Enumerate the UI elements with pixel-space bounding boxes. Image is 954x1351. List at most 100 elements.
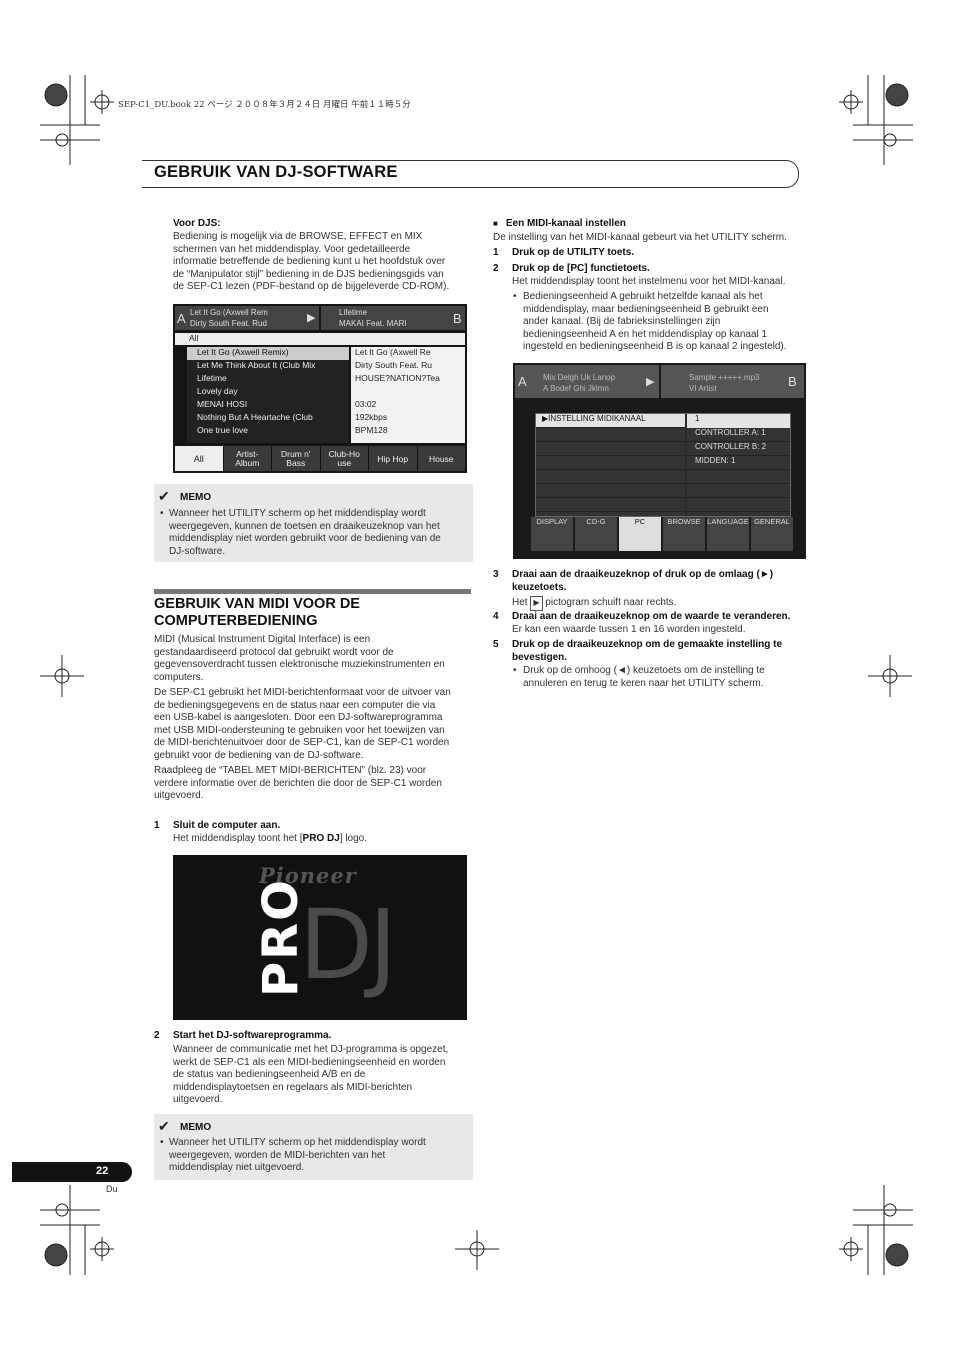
step-number: 5	[493, 639, 499, 650]
deck-a-line2: Dirty South Feat. Rud	[190, 319, 267, 328]
bullet: •	[160, 508, 164, 519]
deck-b-line1: Lifetime	[339, 308, 368, 317]
tab-house[interactable]: House	[416, 446, 465, 471]
play-icon: ▶	[307, 312, 316, 324]
track-info-panel: Let It Go (Axwell Re Dirty South Feat. R…	[351, 347, 465, 443]
track-item[interactable]: Let Me Think About It (Club Mix	[187, 360, 349, 373]
tab-drum-n-bass[interactable]: Drum n' Bass	[271, 446, 320, 471]
language-code: Du	[106, 1184, 118, 1194]
function-tabs: DISPLAY CD-G PC BROWSE LANGUAGE GENERAL	[531, 517, 793, 551]
square-bullet-icon: ■	[493, 219, 498, 228]
tab-all[interactable]: All	[175, 446, 223, 471]
page-number: 22	[96, 1165, 109, 1177]
step-bullet-text: Druk op de omhoog (◄) keuzetoets om de i…	[523, 665, 765, 689]
midi-intro-paragraph: MIDI (Musical Instrument Digital Interfa…	[154, 634, 445, 683]
tab-cd-g[interactable]: CD-G	[575, 517, 617, 551]
deck-b-panel: Sample +++++.mp3 VI Artist B	[661, 365, 804, 398]
memo-box: ✔ MEMO • Wanneer het UTILITY scherm op h…	[154, 1114, 473, 1180]
checkmark-icon: ✔	[158, 1118, 170, 1134]
tab-club-house[interactable]: Club-Ho use	[319, 446, 368, 471]
bullet: •	[513, 291, 517, 302]
tab-artist-album[interactable]: Artist- Album	[222, 446, 271, 471]
step-title: Draai aan de draaikeuzeknop of druk op d…	[512, 569, 774, 593]
voor-djs-text: Bediening is mogelijk via de BROWSE, EFF…	[173, 231, 450, 292]
dj-logo-text: DJ	[299, 889, 397, 1001]
deck-b-label: B	[453, 311, 462, 326]
step-title: Druk op de draaikeuzeknop om de gemaakte…	[512, 639, 783, 663]
step-number: 2	[154, 1030, 160, 1041]
deck-a-line1: Let It Go (Axwell Rem	[190, 308, 268, 317]
deck-a-label: A	[518, 374, 527, 389]
step-number: 1	[154, 820, 160, 831]
track-item[interactable]: MENAI HOSI	[187, 399, 349, 412]
memo-title: MEMO	[180, 492, 212, 503]
menu-item-midi-channel[interactable]: ▶INSTELLING MIDIKANAAL	[536, 414, 685, 427]
tab-display[interactable]: DISPLAY	[531, 517, 573, 551]
step-number: 4	[493, 611, 499, 622]
deck-a-line2: A Bodef Ghi Jklmn	[543, 384, 609, 393]
step-description: Het middendisplay toont het instelmenu v…	[512, 276, 786, 287]
deck-b-panel: Lifetime MAKAI Feat. MARI B	[321, 306, 465, 330]
checkmark-icon: ✔	[158, 488, 170, 504]
track-item[interactable]: One true love	[187, 425, 349, 438]
browse-screen-image: A Let It Go (Axwell Rem Dirty South Feat…	[173, 304, 467, 473]
memo-box: ✔ MEMO • Wanneer het UTILITY scherm op h…	[154, 484, 473, 562]
section-rule	[154, 589, 471, 594]
track-item[interactable]: Let It Go (Axwell Remix)	[187, 347, 349, 360]
bullet: •	[160, 1137, 164, 1148]
pro-dj-logo-image: Pioneer PRO DJ	[173, 855, 467, 1020]
step-number: 1	[493, 247, 499, 258]
value-item[interactable]: MIDDEN: 1	[687, 456, 790, 470]
bullet: •	[513, 665, 517, 676]
list-header: All	[175, 333, 465, 345]
tab-general[interactable]: GENERAL	[751, 517, 793, 551]
play-icon: ▶	[646, 376, 655, 388]
midi-reference-paragraph: Raadpleeg de “TABEL MET MIDI-BERICHTEN” …	[154, 765, 442, 801]
step-number: 3	[493, 569, 499, 580]
memo-text: Wanneer het UTILITY scherm op het midden…	[169, 1137, 426, 1173]
subsection-intro: De instelling van het MIDI-kanaal gebeur…	[493, 232, 787, 243]
print-header: SEP-C1_DU.book 22 ページ ２００８年３月２４日 月曜日 午前１…	[118, 100, 411, 110]
tab-browse[interactable]: BROWSE	[663, 517, 705, 551]
step-title: Druk op de UTILITY toets.	[512, 247, 635, 258]
value-item[interactable]: 1	[687, 414, 790, 428]
deck-b-line2: MAKAI Feat. MARI	[339, 319, 407, 328]
step-description: Het middendisplay toont het [PRO DJ] log…	[173, 833, 368, 844]
value-item[interactable]: CONTROLLER A: 1	[687, 428, 790, 442]
memo-text: Wanneer het UTILITY scherm op het midden…	[169, 508, 441, 557]
deck-b-line2: VI Artist	[689, 384, 717, 393]
subsection-title: ■ Een MIDI-kanaal instellen	[493, 218, 626, 229]
track-item[interactable]: Nothing But A Heartache (Club	[187, 412, 349, 425]
tab-hip-hop[interactable]: Hip Hop	[368, 446, 417, 471]
step-title: Start het DJ-softwareprogramma.	[173, 1030, 332, 1041]
step-title: Sluit de computer aan.	[173, 820, 281, 831]
menu-column: ▶INSTELLING MIDIKANAAL	[536, 414, 685, 516]
memo-title: MEMO	[180, 1122, 212, 1133]
page-number-badge	[12, 1162, 132, 1182]
midi-usage-paragraph: De SEP-C1 gebruikt het MIDI-berichtenfor…	[154, 687, 451, 761]
value-item[interactable]: CONTROLLER B: 2	[687, 442, 790, 456]
deck-a-panel: A Mix Delgh Uk Lanop A Bodef Ghi Jklmn ▶	[515, 365, 659, 398]
step-description: Wanneer de communicatie met het DJ-progr…	[173, 1044, 449, 1105]
step-title: Druk op de [PC] functietoets.	[512, 263, 650, 274]
category-tabs: All Artist- Album Drum n' Bass Club-Ho u…	[175, 446, 465, 471]
utility-screen-image: A Mix Delgh Uk Lanop A Bodef Ghi Jklmn ▶…	[513, 363, 806, 559]
tab-language[interactable]: LANGUAGE	[707, 517, 749, 551]
deck-b-label: B	[788, 374, 797, 389]
deck-b-line1: Sample +++++.mp3	[689, 373, 760, 382]
step-description: Er kan een waarde tussen 1 en 16 worden …	[512, 624, 746, 635]
track-item[interactable]: Lifetime	[187, 373, 349, 386]
settings-panel: ▶INSTELLING MIDIKANAAL 1 CONTROLLER A: 1…	[535, 413, 791, 517]
voor-djs-title: Voor DJS:	[173, 218, 221, 229]
section-title: Gebruik van MIDI voor de computerbedieni…	[154, 596, 360, 629]
pointer-icon: ▶	[530, 596, 543, 611]
deck-a-label: A	[177, 311, 186, 326]
step-bullet-text: Bedieningseenheid A gebruikt hetzelfde k…	[523, 291, 787, 352]
tab-pc[interactable]: PC	[619, 517, 661, 551]
step-description: Het ▶ pictogram schuift naar rechts.	[512, 596, 676, 611]
deck-a-line1: Mix Delgh Uk Lanop	[543, 373, 616, 382]
chapter-title: Gebruik van DJ-software	[154, 163, 398, 181]
step-title: Draai aan de draaikeuzeknop om de waarde…	[512, 611, 791, 622]
deck-a-panel: A Let It Go (Axwell Rem Dirty South Feat…	[175, 306, 319, 330]
track-item[interactable]: Lovely day	[187, 386, 349, 399]
